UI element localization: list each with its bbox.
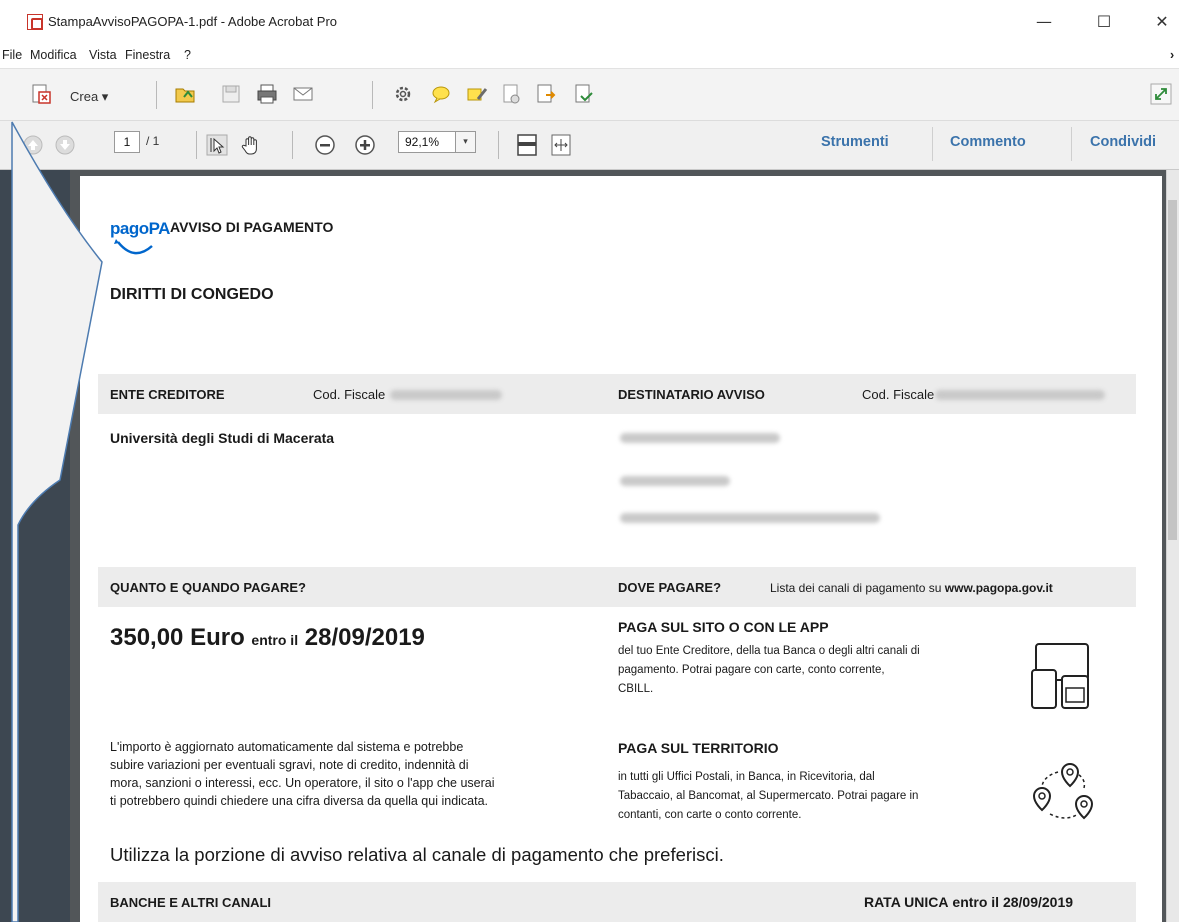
comment-bubble-icon[interactable] [430, 83, 452, 105]
menu-overflow-icon[interactable]: › [1170, 48, 1174, 62]
paga-territorio-text-line-3: contanti, con carte o conto corrente. [618, 809, 802, 821]
maximize-button[interactable]: ☐ [1090, 10, 1118, 34]
amount-value: 350,00 Euro [110, 624, 245, 651]
menu-vista[interactable]: Vista [89, 48, 117, 62]
banche-altri-canali-label: BANCHE E ALTRI CANALI [110, 895, 272, 910]
open-folder-icon[interactable] [174, 83, 196, 105]
document-export-icon[interactable] [534, 83, 556, 105]
toolbar-divider [498, 131, 499, 159]
window-title: StampaAvvisoPAGOPA-1.pdf - Adobe Acrobat… [48, 14, 338, 29]
tab-strumenti[interactable]: Strumenti [821, 134, 889, 150]
zoom-out-icon[interactable] [314, 134, 336, 156]
paga-sito-text-line-3: CBILL. [618, 683, 654, 695]
fit-page-icon[interactable] [516, 134, 538, 156]
save-icon[interactable] [220, 83, 242, 105]
utilizza-instruction: Utilizza la porzione di avviso relativa … [110, 844, 724, 865]
window-titlebar: StampaAvvisoPAGOPA-1.pdf - Adobe Acrobat… [0, 0, 1179, 44]
pagopa-logo: pagoPA [110, 219, 170, 238]
ente-name: Università degli Studi di Macerata [110, 430, 335, 446]
pagopa-website-link[interactable]: www.pagopa.gov.it [945, 581, 1053, 595]
paga-territorio-text-line-2: Tabaccaio, al Bancomat, al Supermercato.… [618, 790, 919, 802]
importo-note-line-2: subire variazioni per eventuali sgravi, … [110, 758, 469, 772]
tab-commento[interactable]: Commento [950, 134, 1026, 150]
left-navigation-panel [0, 170, 70, 922]
scrollbar-thumb[interactable] [1168, 200, 1177, 540]
redacted-destinatario-name [620, 433, 780, 443]
dove-pagare-subtitle-text: Lista dei canali di pagamento su [770, 581, 942, 595]
expand-view-icon[interactable] [1150, 83, 1172, 105]
menu-finestra[interactable]: Finestra [125, 48, 170, 62]
importo-note-line-3: mora, sanzioni o interessi, ecc. Un oper… [110, 776, 495, 790]
rata-unica-due: entro il 28/09/2019 [952, 894, 1074, 910]
zoom-dropdown-button[interactable]: ▾ [456, 131, 476, 153]
settings-gear-icon[interactable] [392, 83, 414, 105]
devices-icon [1031, 643, 1089, 709]
dove-pagare-subtitle: Lista dei canali di pagamento su www.pag… [770, 581, 1053, 595]
highlight-pen-icon[interactable] [466, 83, 488, 105]
amount-entro-label: entro il [251, 632, 299, 648]
destinatario-cod-fiscale-label: Cod. Fiscale [862, 387, 935, 402]
menu-modifica[interactable]: Modifica [30, 48, 77, 62]
menu-file[interactable]: File [2, 48, 22, 62]
acrobat-app-icon [27, 14, 43, 30]
quanto-quando-label: QUANTO E QUANDO PAGARE? [110, 580, 306, 595]
create-button[interactable]: Crea ▾ [70, 89, 108, 105]
document-protect-icon[interactable] [500, 83, 522, 105]
zoom-in-icon[interactable] [354, 134, 376, 156]
rata-unica-title: RATA UNICA [864, 894, 949, 910]
notice-subject: DIRITTI DI CONGEDO [110, 286, 274, 303]
destinatario-label: DESTINATARIO AVVISO [618, 387, 765, 402]
minimize-button[interactable]: — [1030, 10, 1058, 34]
paga-sito-title: PAGA SUL SITO O CON LE APP [618, 619, 829, 635]
select-cursor-icon[interactable] [206, 134, 228, 156]
location-pins-icon [1032, 762, 1094, 820]
menu-help[interactable]: ? [184, 48, 191, 62]
email-icon[interactable] [292, 83, 314, 105]
toolbar-divider [292, 131, 293, 159]
zoom-level-input[interactable]: 92,1% [398, 131, 456, 153]
dove-pagare-label: DOVE PAGARE? [618, 580, 722, 595]
tab-divider [932, 127, 933, 161]
fit-width-icon[interactable] [550, 134, 572, 156]
paga-territorio-text-line-1: in tutti gli Uffici Postali, in Banca, i… [618, 771, 875, 783]
bookmarks-icon[interactable] [30, 234, 48, 246]
hand-tool-icon[interactable] [240, 134, 262, 156]
paga-sito-text-line-2: pagamento. Potrai pagare con carte, cont… [618, 664, 885, 676]
next-page-icon[interactable] [54, 134, 76, 156]
print-icon[interactable] [256, 83, 278, 105]
close-button[interactable]: ✕ [1148, 10, 1176, 34]
tab-divider [1071, 127, 1072, 161]
pagopa-logo-swoosh-icon [114, 239, 153, 255]
paga-territorio-title: PAGA SUL TERRITORIO [618, 740, 779, 756]
notice-header: AVVISO DI PAGAMENTO [170, 219, 334, 235]
amount-due-date: 28/09/2019 [304, 624, 425, 651]
toolbar-divider [196, 131, 197, 159]
redacted-destinatario-cod-fiscale [935, 390, 1105, 400]
page-total-label: / 1 [146, 134, 160, 148]
toolbar-divider [156, 81, 157, 109]
importo-note-line-1: L'importo è aggiornato automaticamente d… [110, 740, 464, 754]
page-thumbnails-icon[interactable] [30, 186, 48, 206]
document-sign-icon[interactable] [572, 83, 594, 105]
main-toolbar: Crea ▾ [0, 68, 1179, 120]
redacted-ente-cod-fiscale [390, 390, 502, 400]
page-number-input[interactable]: 1 [114, 131, 140, 153]
ente-creditore-label: ENTE CREDITORE [110, 387, 225, 402]
redacted-destinatario-city [620, 513, 880, 523]
importo-note-line-4: ti potrebbero quindi chiedere una cifra … [110, 794, 489, 808]
amount-due: 350,00 Euro entro il 28/09/2019 [110, 624, 425, 652]
redacted-destinatario-address [620, 476, 730, 486]
tab-condividi[interactable]: Condividi [1090, 134, 1156, 150]
create-pdf-icon[interactable] [30, 83, 52, 105]
previous-page-icon[interactable] [22, 134, 44, 156]
toolbar-divider [372, 81, 373, 109]
rata-unica-label: RATA UNICA entro il 28/09/2019 [864, 894, 1073, 910]
paga-sito-text-line-1: del tuo Ente Creditore, della tua Banca … [618, 645, 920, 657]
ente-cod-fiscale-label: Cod. Fiscale [313, 387, 386, 402]
menu-bar: File Modifica Vista Finestra ? › [0, 44, 1179, 68]
